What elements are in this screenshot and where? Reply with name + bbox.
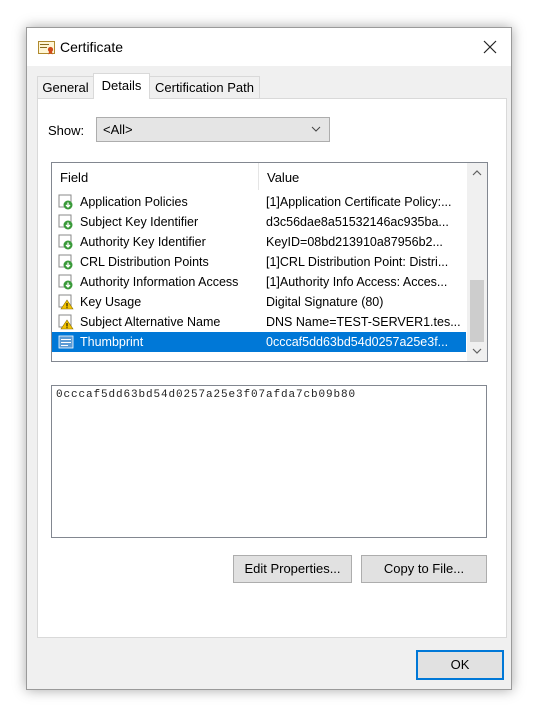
close-icon[interactable] [477,34,503,60]
chevron-up-icon[interactable] [467,163,487,183]
critical-extension-icon [58,314,74,330]
cert-extension-icon [58,274,73,290]
field-name: Subject Key Identifier [80,215,199,229]
field-name: Authority Key Identifier [80,235,206,249]
field-name: Key Usage [80,295,142,309]
field-name: Thumbprint [80,335,144,349]
edit-properties-button[interactable]: Edit Properties... [233,555,352,583]
cert-extension-icon [58,234,73,250]
field-value: DNS Name=TEST-SERVER1.tes... [266,315,461,329]
dialog-title: Certificate [60,39,124,55]
cert-extension-icon [58,214,73,230]
chevron-down-icon[interactable] [467,341,487,361]
cert-extension-icon [58,194,73,210]
cert-extension-icon [58,254,73,270]
list-row-crl-distribution-points[interactable]: CRL Distribution Points [1]CRL Distribut… [52,252,466,272]
field-value: [1]CRL Distribution Point: Distri... [266,255,449,269]
certificate-dialog: Certificate General Details Certificatio… [26,27,512,690]
title-bar: Certificate [27,28,511,66]
copy-to-file-button[interactable]: Copy to File... [361,555,487,583]
field-value: d3c56dae8a51532146ac935ba... [266,215,449,229]
certificate-icon [38,41,55,55]
field-name: CRL Distribution Points [80,255,209,269]
list-row-subject-alternative-name[interactable]: Subject Alternative Name DNS Name=TEST-S… [52,312,466,332]
field-value: 0cccaf5dd63bd54d0257a25e3f... [266,335,449,349]
list-row-authority-information-access[interactable]: Authority Information Access [1]Authorit… [52,272,466,292]
list-header: Field Value [52,163,466,190]
field-value-text[interactable]: 0cccaf5dd63bd54d0257a25e3f07afda7cb09b80 [56,389,356,401]
field-value: Digital Signature (80) [266,295,384,309]
field-value: KeyID=08bd213910a87956b2... [266,235,443,249]
list-row-authority-key-identifier[interactable]: Authority Key Identifier KeyID=08bd21391… [52,232,466,252]
chevron-down-icon [311,126,321,132]
critical-extension-icon [58,294,74,310]
ok-button[interactable]: OK [416,650,504,680]
show-label: Show: [48,123,85,138]
field-name: Authority Information Access [80,275,239,289]
field-value: [1]Authority Info Access: Acces... [266,275,448,289]
list-row-key-usage[interactable]: Key Usage Digital Signature (80) [52,292,466,312]
list-vertical-scrollbar[interactable] [467,163,487,361]
scrollbar-thumb[interactable] [470,280,484,342]
field-value-textbox[interactable]: 0cccaf5dd63bd54d0257a25e3f07afda7cb09b80 [51,385,487,538]
column-header-value[interactable]: Value [259,163,466,190]
field-value: [1]Application Certificate Policy:... [266,195,452,209]
show-selected-value: <All> [103,122,133,137]
tab-general[interactable]: General [37,76,94,98]
fields-list[interactable]: Field Value Application Policies [1]Appl… [51,162,488,362]
list-row-subject-key-identifier[interactable]: Subject Key Identifier d3c56dae8a5153214… [52,212,466,232]
tab-certification-path[interactable]: Certification Path [149,76,260,98]
show-dropdown[interactable]: <All> [96,117,330,142]
column-header-field[interactable]: Field [52,163,258,190]
field-name: Application Policies [80,195,188,209]
property-icon [58,335,74,349]
tab-details[interactable]: Details [93,73,150,99]
list-row-application-policies[interactable]: Application Policies [1]Application Cert… [52,192,466,212]
list-row-thumbprint[interactable]: Thumbprint 0cccaf5dd63bd54d0257a25e3f... [52,332,466,352]
field-name: Subject Alternative Name [80,315,221,329]
